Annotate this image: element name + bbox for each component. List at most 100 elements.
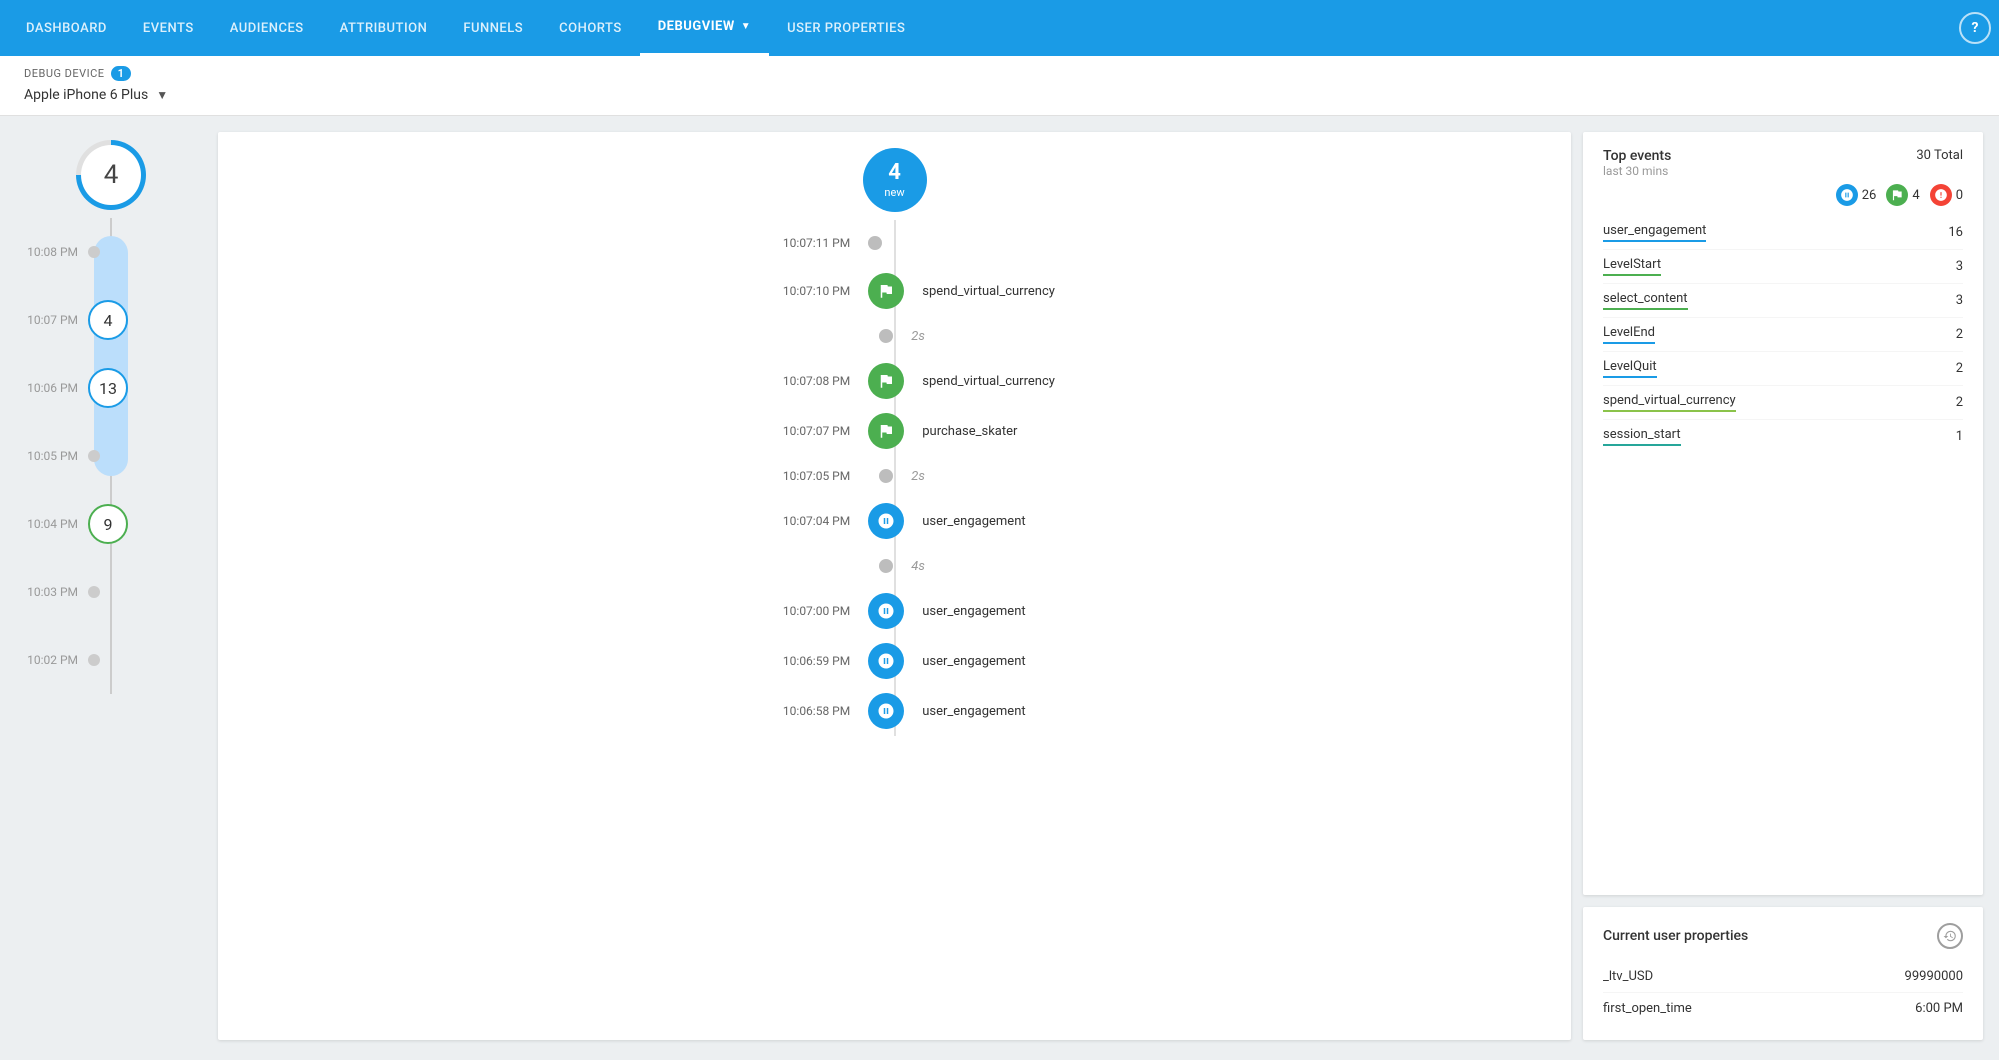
event-row-1[interactable]: 10:07:10 PM spend_virtual_currency <box>238 266 1551 316</box>
left-timeline: 4 10:08 PM 10:07 PM 4 10:06 PM <box>16 132 206 1040</box>
event-name-4: purchase_skater <box>904 424 1551 439</box>
timeline-row-1004: 10:04 PM 9 <box>16 490 206 558</box>
event-time-10: 10:06:58 PM <box>238 704 868 718</box>
center-panel: 4 new 10:07:11 PM 10:07:10 PM spend_virt… <box>218 132 1571 1040</box>
subheader: DEBUG DEVICE 1 Apple iPhone 6 Plus ▼ <box>0 56 1999 116</box>
timeline-row-1005: 10:05 PM <box>16 422 206 490</box>
timeline-row-1003: 10:03 PM <box>16 558 206 626</box>
blue-count: 26 <box>1862 188 1877 203</box>
event-list-name-4: LevelQuit <box>1603 359 1657 378</box>
event-list-row-1[interactable]: LevelStart 3 <box>1603 250 1963 284</box>
event-name-8: user_engagement <box>904 604 1551 619</box>
total-label: 30 Total <box>1916 148 1963 163</box>
event-list-row-4[interactable]: LevelQuit 2 <box>1603 352 1963 386</box>
event-row-6[interactable]: 10:07:04 PM user_engagement <box>238 496 1551 546</box>
help-button[interactable]: ? <box>1959 12 1991 44</box>
dot-1003[interactable] <box>88 586 100 598</box>
event-list-row-3[interactable]: LevelEnd 2 <box>1603 318 1963 352</box>
event-name-9: user_engagement <box>904 654 1551 669</box>
debug-count-badge: 1 <box>111 66 132 81</box>
device-selector[interactable]: Apple iPhone 6 Plus ▼ <box>24 87 1975 103</box>
user-properties-card: Current user properties _ltv_USD 9999000… <box>1583 907 1983 1040</box>
event-name-3: spend_virtual_currency <box>904 374 1551 389</box>
nav-item-events[interactable]: EVENTS <box>125 0 212 56</box>
event-list-count-6: 1 <box>1956 429 1963 444</box>
event-name-7: 4s <box>893 559 1551 574</box>
event-list-count-2: 3 <box>1956 293 1963 308</box>
event-row-gap-4s: 4s <box>238 546 1551 586</box>
main-content: 4 10:08 PM 10:07 PM 4 10:06 PM <box>0 116 1999 1056</box>
top-events-subtitle: last 30 mins <box>1603 164 1671 178</box>
dot-1007[interactable]: 4 <box>88 300 128 340</box>
event-list-row-2[interactable]: select_content 3 <box>1603 284 1963 318</box>
nav-item-cohorts[interactable]: COHORTS <box>541 0 640 56</box>
event-row-gap-2s-2: 10:07:05 PM 2s <box>238 456 1551 496</box>
time-1008: 10:08 PM <box>16 245 88 259</box>
event-name-5: 2s <box>893 469 1551 484</box>
event-list-name-5: spend_virtual_currency <box>1603 393 1736 412</box>
event-list-name-2: select_content <box>1603 291 1688 310</box>
top-events-card: Top events last 30 mins 30 Total 26 4 <box>1583 132 1983 895</box>
device-name: Apple iPhone 6 Plus <box>24 87 148 103</box>
dot-1004[interactable]: 9 <box>88 504 128 544</box>
event-time-8: 10:07:00 PM <box>238 604 868 618</box>
nav-item-dashboard[interactable]: DASHBOARD <box>8 0 125 56</box>
event-time-9: 10:06:59 PM <box>238 654 868 668</box>
nav-item-attribution[interactable]: ATTRIBUTION <box>322 0 446 56</box>
event-row-3[interactable]: 10:07:08 PM spend_virtual_currency <box>238 356 1551 406</box>
nav-item-user-properties[interactable]: USER PROPERTIES <box>769 0 923 56</box>
event-list: user_engagement 16 LevelStart 3 select_c… <box>1603 216 1963 453</box>
event-time-4: 10:07:07 PM <box>238 424 868 438</box>
nav-item-funnels[interactable]: FUNNELS <box>445 0 541 56</box>
time-1002: 10:02 PM <box>16 653 88 667</box>
event-list-row-5[interactable]: spend_virtual_currency 2 <box>1603 386 1963 420</box>
event-row-8[interactable]: 10:07:00 PM user_engagement <box>238 586 1551 636</box>
dot-1008[interactable] <box>88 246 100 258</box>
event-icon-blue-8 <box>868 593 904 629</box>
gap-dot-2s-1 <box>879 329 893 343</box>
event-row-9[interactable]: 10:06:59 PM user_engagement <box>238 636 1551 686</box>
dot-1006[interactable]: 13 <box>88 368 128 408</box>
top-events-title: Top events <box>1603 148 1671 164</box>
top-circle-number: 4 <box>104 160 119 190</box>
top-nav: DASHBOARD EVENTS AUDIENCES ATTRIBUTION F… <box>0 0 1999 56</box>
dropdown-arrow-icon: ▼ <box>741 21 751 32</box>
event-list-row-6[interactable]: session_start 1 <box>1603 420 1963 453</box>
timeline-top-circle: 4 <box>76 140 146 210</box>
time-1003: 10:03 PM <box>16 585 88 599</box>
history-icon[interactable] <box>1937 923 1963 949</box>
gap-dot-2s-2 <box>879 469 893 483</box>
new-count: 4 <box>888 161 901 185</box>
red-icon <box>1930 184 1952 206</box>
event-row-4[interactable]: 10:07:07 PM purchase_skater <box>238 406 1551 456</box>
event-time-5: 10:07:05 PM <box>238 469 868 483</box>
dot-1005[interactable] <box>88 450 100 462</box>
time-1006: 10:06 PM <box>16 381 88 395</box>
user-props-title: Current user properties <box>1603 928 1748 944</box>
prop-row-1: first_open_time 6:00 PM <box>1603 993 1963 1024</box>
event-name-10: user_engagement <box>904 704 1551 719</box>
timeline-row-1002: 10:02 PM <box>16 626 206 694</box>
event-icon-green-3 <box>868 363 904 399</box>
gap-dot-0 <box>868 236 882 250</box>
time-1005: 10:05 PM <box>16 449 88 463</box>
event-list-name-6: session_start <box>1603 427 1681 446</box>
top-events-title-group: Top events last 30 mins <box>1603 148 1671 178</box>
event-time-3: 10:07:08 PM <box>238 374 868 388</box>
event-row-gap-top: 10:07:11 PM <box>238 220 1551 266</box>
event-list-name-0: user_engagement <box>1603 223 1706 242</box>
event-row-10[interactable]: 10:06:58 PM user_engagement <box>238 686 1551 736</box>
event-time-1: 10:07:10 PM <box>238 284 868 298</box>
icon-counts: 26 4 0 <box>1603 184 1963 206</box>
new-events-bubble: 4 new <box>863 148 927 212</box>
center-timeline: 10:07:11 PM 10:07:10 PM spend_virtual_cu… <box>238 220 1551 736</box>
green-icon <box>1886 184 1908 206</box>
dot-1002[interactable] <box>88 654 100 666</box>
prop-val-1: 6:00 PM <box>1915 1001 1963 1016</box>
event-list-count-0: 16 <box>1948 225 1963 240</box>
nav-item-audiences[interactable]: AUDIENCES <box>212 0 322 56</box>
nav-item-debugview[interactable]: DEBUGVIEW ▼ <box>640 0 769 56</box>
timeline-row-1006: 10:06 PM 13 <box>16 354 206 422</box>
event-name-2: 2s <box>893 329 1551 344</box>
event-list-row-0[interactable]: user_engagement 16 <box>1603 216 1963 250</box>
